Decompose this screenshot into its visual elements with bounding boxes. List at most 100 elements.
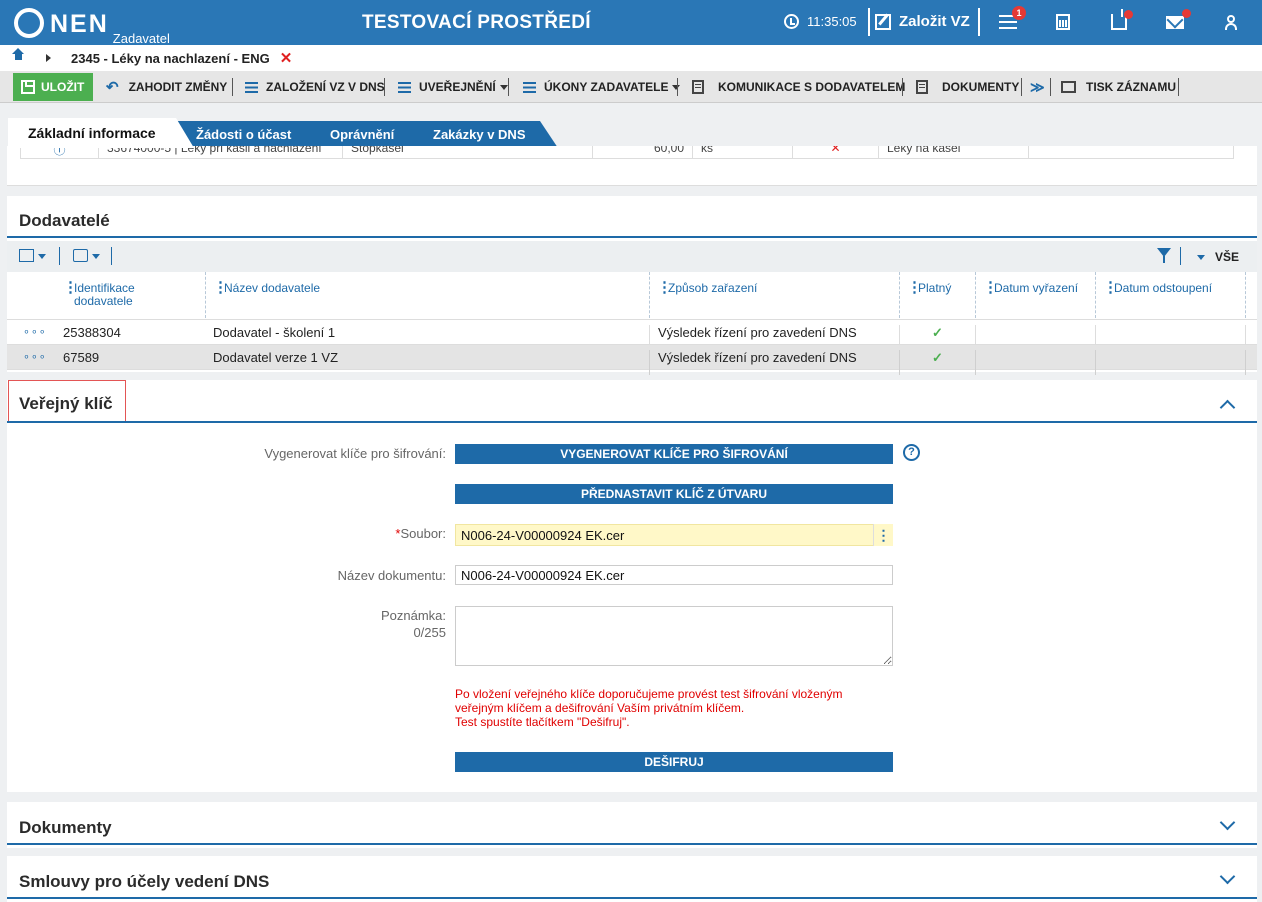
documents-label: DOKUMENTY: [942, 80, 1020, 94]
mail-button[interactable]: [1163, 9, 1191, 34]
table-cell: Léky na kašel: [879, 146, 1029, 158]
inclusion-method-cell: Výsledek řízení pro zavedení DNS: [658, 350, 857, 365]
encryption-test-warning: Po vložení veřejného klíče doporučujeme …: [455, 687, 905, 729]
publish-menu-button[interactable]: UVEŘEJNĚNÍ: [398, 71, 508, 103]
clock-icon: [784, 14, 799, 29]
section-underline: [7, 843, 1257, 845]
help-icon[interactable]: ?: [903, 444, 920, 461]
calculator-button[interactable]: [1051, 10, 1075, 34]
list-icon: [523, 81, 536, 93]
create-dns-label: ZALOŽENÍ VZ V DNS: [266, 80, 385, 94]
tab-basic-info[interactable]: Základní informace: [8, 118, 194, 148]
print-record-button[interactable]: TISK ZÁZNAMU: [1061, 71, 1176, 103]
file-label: *Soubor:: [307, 526, 446, 541]
valid-check-icon: ✓: [932, 350, 943, 365]
create-dns-tender-button[interactable]: ZALOŽENÍ VZ V DNS: [245, 71, 385, 103]
column-header-withdrawal-date[interactable]: Datum odstoupení: [1103, 281, 1212, 295]
chevron-up-icon[interactable]: [1219, 399, 1236, 416]
grid-header: Identifikace dodavatele Název dodavatele…: [7, 272, 1257, 320]
breadcrumb: 2345 - Léky na nachlazení - ENG ✕: [0, 45, 1262, 71]
document-name-label: Název dokumentu:: [337, 568, 446, 583]
inbox-alert-dot: [1124, 10, 1133, 19]
menu-button[interactable]: 1: [996, 6, 1026, 34]
grid-toolbar: VŠE: [7, 241, 1257, 272]
close-record-icon[interactable]: ✕: [280, 49, 293, 67]
file-menu-icon[interactable]: ⋮: [873, 524, 893, 546]
section-title: Dodavatelé: [19, 211, 110, 230]
table-row[interactable]: ∘∘∘ 67589 Dodavatel verze 1 VZ Výsledek …: [7, 345, 1257, 375]
save-icon: [21, 80, 35, 94]
note-label: Poznámka:: [380, 608, 446, 623]
top-header: NEN Zadavatel TESTOVACÍ PROSTŘEDÍ 11:35:…: [0, 0, 1262, 46]
documents-button[interactable]: DOKUMENTY: [916, 71, 1019, 103]
preset-key-button[interactable]: PŘEDNASTAVIT KLÍČ Z ÚTVARU: [455, 484, 893, 504]
discard-label: ZAHODIT ZMĚNY: [128, 80, 228, 94]
discard-changes-button[interactable]: ↶ ZAHODIT ZMĚNY: [106, 71, 227, 103]
section-title[interactable]: Dokumenty: [19, 818, 112, 838]
supplier-id-cell: 25388304: [63, 325, 121, 340]
row-actions-icon[interactable]: ∘∘∘: [23, 350, 47, 363]
toolbar-divider: [232, 78, 233, 96]
column-header-valid[interactable]: Platný: [907, 281, 951, 295]
generate-keys-button[interactable]: VYGENEROVAT KLÍČE PRO ŠIFROVÁNÍ: [455, 444, 893, 464]
actions-label: ÚKONY ZADAVATELE: [544, 80, 669, 94]
list-icon: [398, 81, 411, 93]
column-divider: [1095, 272, 1096, 318]
supplier-communication-button[interactable]: KOMUNIKACE S DODAVATELEM: [692, 71, 905, 103]
chevron-down-icon[interactable]: [38, 254, 46, 259]
section-underline: [7, 421, 1257, 423]
warning-line: Test spustíte tlačítkem "Dešifruj".: [455, 715, 630, 729]
section-title[interactable]: Veřejný klíč: [19, 394, 113, 414]
undo-icon: ↶: [106, 79, 119, 96]
breadcrumb-item[interactable]: 2345 - Léky na nachlazení - ENG: [71, 51, 270, 66]
inclusion-method-cell: Výsledek řízení pro zavedení DNS: [658, 325, 857, 340]
section-title[interactable]: Smlouvy pro účely vedení DNS: [19, 872, 269, 892]
inbox-button[interactable]: [1107, 9, 1133, 34]
filter-all-dropdown[interactable]: VŠE: [1197, 250, 1239, 264]
header-divider: [978, 8, 980, 36]
create-tender-button[interactable]: Založit VZ: [875, 13, 970, 30]
toolbar-divider: [677, 78, 678, 96]
column-header-inclusion-method[interactable]: Způsob zařazení: [657, 281, 757, 295]
export-icon[interactable]: [73, 249, 88, 262]
session-clock: 11:35:05: [784, 14, 857, 29]
document-icon: [916, 80, 928, 94]
column-divider: [975, 272, 976, 318]
chevron-down-icon[interactable]: [92, 254, 100, 259]
more-actions-button[interactable]: ≫: [1030, 71, 1045, 103]
table-row[interactable]: ⓘ 33674000-5 | Léky při kašli a nachlaze…: [20, 146, 1234, 159]
list-icon: [245, 81, 258, 93]
chevron-down-icon[interactable]: [1219, 868, 1236, 885]
table-cell: ks: [693, 146, 793, 158]
user-icon: [1225, 14, 1237, 30]
chevron-down-icon: [499, 84, 508, 90]
note-char-counter: 0/255: [413, 625, 446, 640]
mail-icon: [1166, 15, 1184, 29]
document-name-field[interactable]: [455, 565, 893, 585]
nen-logo[interactable]: NEN Zadavatel: [14, 8, 170, 46]
print-grid-icon[interactable]: [19, 249, 34, 262]
column-header-supplier-id[interactable]: Identifikace dodavatele: [63, 281, 185, 308]
tab-dns-contracts[interactable]: Zakázky v DNS: [413, 121, 558, 148]
table-row[interactable]: ∘∘∘ 25388304 Dodavatel - školení 1 Výsle…: [7, 320, 1257, 350]
filter-icon[interactable]: [1157, 248, 1171, 264]
file-field[interactable]: [455, 524, 893, 546]
column-header-exclusion-date[interactable]: Datum vyřazení: [983, 281, 1078, 295]
tab-participation-requests[interactable]: Žádosti o účast: [176, 121, 328, 148]
filter-all-label: VŠE: [1215, 250, 1240, 264]
cell-divider: [1095, 350, 1096, 375]
chevron-down-icon[interactable]: [1219, 814, 1236, 831]
supplier-id-cell: 67589: [63, 350, 100, 365]
save-button[interactable]: ULOŽIT: [13, 73, 93, 101]
note-textarea[interactable]: [455, 606, 893, 666]
document-icon: [692, 80, 704, 94]
cell-divider: [1245, 350, 1246, 375]
cell-divider: [975, 350, 976, 375]
row-actions-icon[interactable]: ∘∘∘: [23, 325, 47, 338]
home-icon[interactable]: [12, 48, 24, 63]
cell-divider: [899, 350, 900, 375]
user-button[interactable]: [1219, 10, 1243, 34]
column-header-supplier-name[interactable]: Název dodavatele: [213, 281, 320, 295]
decrypt-button[interactable]: DEŠIFRUJ: [455, 752, 893, 772]
contracting-actions-menu-button[interactable]: ÚKONY ZADAVATELE: [523, 71, 681, 103]
